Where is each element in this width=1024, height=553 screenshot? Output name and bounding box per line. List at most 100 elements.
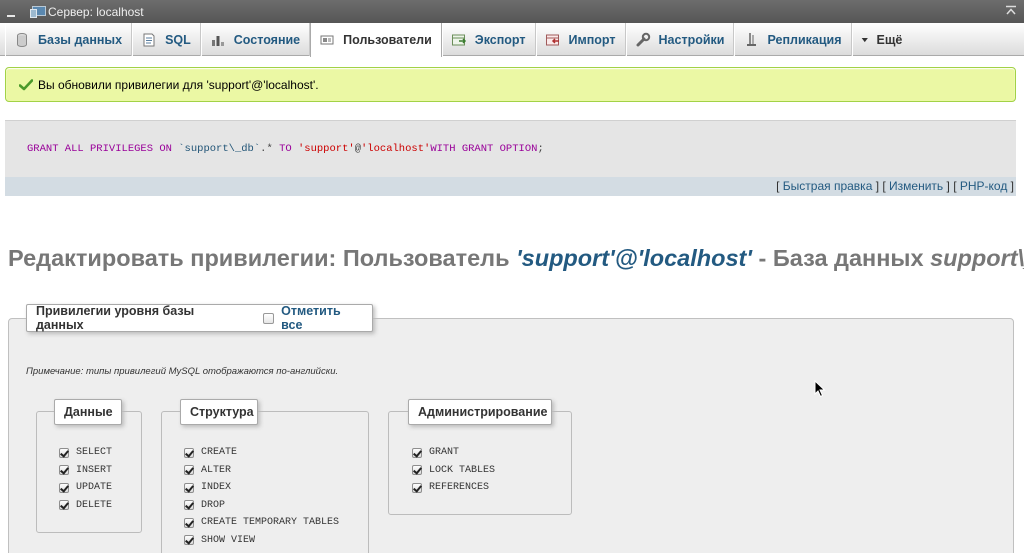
sql-text: .* [260, 143, 280, 155]
server-icon [30, 6, 46, 18]
privilege-item[interactable]: LOCK TABLES [412, 462, 495, 480]
privilege-item[interactable]: GRANT [412, 444, 495, 462]
tab-users[interactable]: Пользователи [310, 23, 442, 57]
tab-status[interactable]: Состояние [200, 23, 311, 56]
tab-label: Репликация [767, 32, 842, 47]
privilege-item[interactable]: ALTER [184, 462, 339, 480]
tab-more[interactable]: Ещё [851, 23, 912, 56]
title-middle: - База данных [751, 245, 931, 271]
tab-label: Пользователи [343, 33, 432, 47]
success-message: Вы обновили привилегии для 'support'@'lo… [5, 67, 1016, 102]
sql-identifier: `support\_db` [178, 143, 261, 155]
export-icon [451, 34, 466, 45]
tab-import[interactable]: Импорт [535, 23, 626, 56]
privilege-label: ALTER [201, 464, 232, 476]
check-icon [19, 78, 33, 90]
privilege-item[interactable]: CREATE [184, 444, 339, 462]
tab-label: Экспорт [474, 32, 526, 47]
privilege-checkbox[interactable] [184, 500, 194, 511]
privilege-item[interactable]: UPDATE [59, 479, 112, 497]
privilege-checkbox[interactable] [59, 447, 69, 458]
server-title-bar: Сервер: localhost [0, 0, 1024, 23]
privilege-checkbox[interactable] [184, 447, 194, 458]
privilege-label: CREATE TEMPORARY TABLES [201, 517, 340, 529]
privilege-label: INDEX [201, 482, 232, 494]
edit-link[interactable]: Изменить [889, 179, 943, 193]
privilege-item[interactable]: CREATE TEMPORARY TABLES [184, 514, 339, 532]
data-privileges-list: SELECT INSERT UPDATE DELETE [59, 444, 112, 514]
tab-databases[interactable]: Базы данных [5, 23, 133, 56]
privilege-label: LOCK TABLES [429, 464, 496, 476]
privilege-checkbox[interactable] [412, 465, 422, 476]
privilege-label: GRANT [429, 447, 460, 459]
tab-label: Настройки [658, 32, 725, 47]
user-link[interactable]: 'support'@'localhost' [516, 245, 752, 271]
sql-keyword: GRANT ALL PRIVILEGES ON [27, 143, 179, 155]
tab-replication[interactable]: Репликация [734, 23, 852, 56]
php-code-link[interactable]: PHP-код [960, 179, 1007, 193]
sql-keyword: WITH GRANT OPTION [430, 143, 538, 155]
title-prefix: Редактировать привилегии: Пользователь [8, 245, 517, 271]
structure-legend: Структура [180, 399, 258, 425]
privilege-item[interactable]: INDEX [184, 479, 339, 497]
privilege-item[interactable]: INSERT [59, 462, 112, 480]
sql-query: GRANT ALL PRIVILEGES ON `support\_db`.* … [27, 143, 544, 155]
database-name: support\_db [930, 245, 1024, 271]
import-icon [545, 34, 559, 45]
privilege-item[interactable]: REFERENCES [412, 479, 495, 497]
privilege-checkbox[interactable] [412, 447, 422, 458]
privilege-label: DROP [201, 499, 226, 511]
privilege-label: SHOW VIEW [201, 534, 256, 546]
privilege-checkbox[interactable] [412, 482, 422, 493]
mouse-cursor-icon [814, 380, 826, 398]
privileges-note: Примечание: типы привилегий MySQL отобра… [26, 366, 339, 377]
tab-label: Импорт [568, 32, 616, 47]
data-legend: Данные [54, 399, 122, 425]
sql-query-box: GRANT ALL PRIVILEGES ON `support\_db`.* … [5, 120, 1016, 177]
sql-keyword: TO [279, 143, 298, 155]
sql-string: 'localhost' [361, 143, 431, 155]
sql-icon [143, 33, 155, 46]
status-icon [211, 35, 224, 46]
privilege-checkbox[interactable] [59, 482, 69, 493]
check-all-label[interactable]: Отметить все [281, 304, 363, 332]
tab-sql[interactable]: SQL [132, 23, 201, 56]
tab-label: Состояние [233, 32, 301, 47]
database-icon [17, 32, 27, 47]
administration-legend: Администрирование [408, 399, 552, 425]
privilege-label: CREATE [201, 447, 238, 459]
privilege-checkbox[interactable] [184, 482, 194, 493]
privilege-item[interactable]: DELETE [59, 497, 112, 515]
privilege-checkbox[interactable] [59, 465, 69, 476]
tab-export[interactable]: Экспорт [441, 23, 536, 56]
page-title: Редактировать привилегии: Пользователь '… [8, 245, 1024, 272]
caret-down-icon [861, 37, 868, 42]
scroll-top-icon[interactable] [1005, 5, 1017, 17]
privilege-item[interactable]: DROP [184, 497, 339, 515]
success-text: Вы обновили привилегии для 'support'@'lo… [38, 77, 319, 92]
tab-label: Базы данных [38, 32, 123, 47]
collapse-icon[interactable] [0, 0, 22, 23]
quick-edit-link[interactable]: Быстрая правка [783, 179, 873, 193]
server-title: Сервер: localhost [48, 4, 144, 19]
privilege-label: DELETE [76, 499, 113, 511]
tab-settings[interactable]: Настройки [625, 23, 735, 56]
wrench-icon [636, 32, 650, 46]
privilege-item[interactable]: SHOW VIEW [184, 532, 339, 550]
check-all-checkbox[interactable] [263, 312, 275, 324]
sql-string: 'support' [297, 143, 355, 155]
privilege-checkbox[interactable] [59, 500, 69, 511]
db-privileges-legend: Привилегии уровня базы данных Отметить в… [26, 304, 373, 332]
privilege-checkbox[interactable] [184, 535, 194, 546]
admin-privileges-list: GRANT LOCK TABLES REFERENCES [412, 444, 495, 497]
sql-toolbar: [ Быстрая правка ] [ Изменить ] [ PHP-ко… [5, 177, 1016, 196]
privilege-checkbox[interactable] [184, 465, 194, 476]
structure-privileges-list: CREATE ALTER INDEX DROP CREATE TEMPORARY… [184, 444, 339, 549]
privilege-checkbox[interactable] [184, 517, 194, 528]
privilege-label: UPDATE [76, 482, 113, 494]
privilege-label: INSERT [76, 464, 113, 476]
privilege-item[interactable]: SELECT [59, 444, 112, 462]
replication-icon [747, 32, 757, 46]
tab-label: SQL [165, 32, 191, 47]
tab-label: Ещё [876, 32, 903, 47]
